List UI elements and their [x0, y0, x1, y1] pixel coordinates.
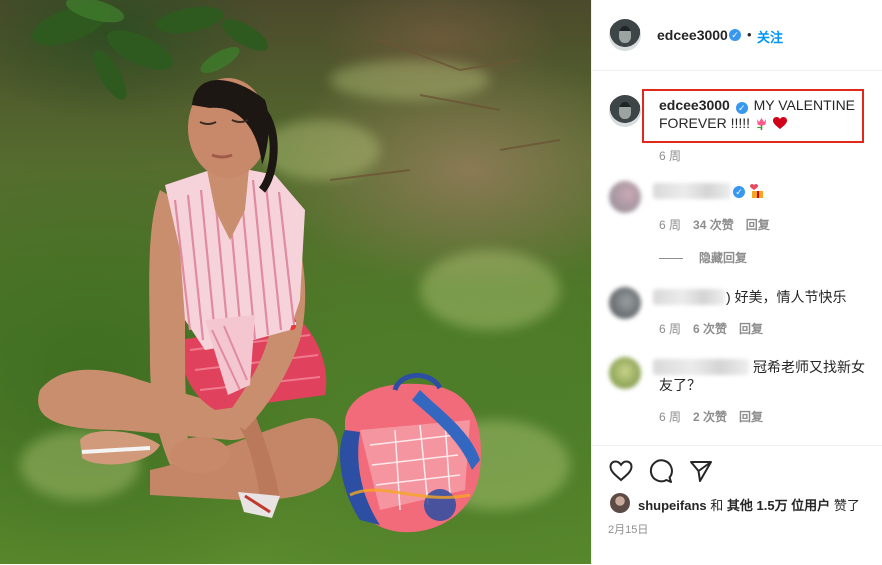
post-actions: shupeifans 和 其他 1.5万 位用户 赞了 2月15日: [592, 445, 882, 565]
likes-and: 和: [710, 498, 724, 513]
verified-badge-icon: ✓: [729, 29, 741, 41]
liker-username[interactable]: shupeifans: [638, 498, 707, 513]
commenter-avatar[interactable]: [609, 181, 641, 213]
comment-likes[interactable]: 6 次赞: [693, 322, 727, 336]
tulip-icon: [756, 118, 766, 130]
caption-text-line2: FOREVER !!!!!: [659, 115, 751, 131]
comment-time[interactable]: 6 周: [659, 322, 681, 336]
caption-avatar[interactable]: [609, 95, 641, 127]
share-icon[interactable]: [688, 458, 714, 484]
photo-scene: [32, 0, 561, 533]
comment-icon[interactable]: [648, 458, 674, 484]
reply-button[interactable]: 回复: [739, 322, 763, 336]
comment-time[interactable]: 6 周: [659, 218, 681, 232]
follow-button[interactable]: 关注: [757, 27, 783, 46]
red-heart-icon: [772, 117, 787, 129]
reply-button[interactable]: 回复: [739, 410, 763, 424]
commenter-username-blurred[interactable]: [653, 289, 725, 305]
hide-replies-button[interactable]: 隐藏回复: [659, 249, 747, 266]
caption-username[interactable]: edcee3000: [659, 97, 730, 113]
comment-time[interactable]: 6 周: [659, 410, 681, 424]
commenter-avatar[interactable]: [609, 287, 641, 319]
likes-suffix: 赞了: [833, 498, 860, 513]
commenter-username-blurred[interactable]: [653, 359, 749, 375]
verified-badge-icon: ✓: [733, 186, 745, 198]
comment-text: ) 好美，情人节快乐: [726, 288, 847, 306]
separator-dot: •: [747, 27, 752, 42]
post-sidebar: edcee3000 ✓ • 关注 edcee3000 ✓ MY VALENTIN…: [591, 0, 882, 564]
caption-text-line1: MY VALENTINE: [753, 97, 856, 113]
gift-hearts-icon: [750, 184, 763, 198]
comment-meta: 6 周 34 次赞 回复: [659, 216, 782, 233]
comment-text-line2: 友了？: [659, 377, 701, 393]
comment-likes[interactable]: 2 次赞: [693, 410, 727, 424]
commenter-username-blurred[interactable]: [653, 183, 731, 199]
comment-likes[interactable]: 34 次赞: [693, 218, 734, 232]
hide-replies-label: 隐藏回复: [699, 251, 748, 265]
author-username[interactable]: edcee3000: [657, 27, 728, 43]
caption: edcee3000 ✓ MY VALENTINE FOREVER !!!!!: [659, 96, 869, 132]
commenter-avatar[interactable]: [609, 357, 641, 389]
reply-button[interactable]: 回复: [746, 218, 770, 232]
post-photo[interactable]: [0, 0, 591, 564]
comment-body: 好美，情人节快乐: [734, 289, 847, 305]
author-avatar[interactable]: [609, 19, 641, 51]
comment-meta: 6 周 2 次赞 回复: [659, 408, 775, 425]
caption-time[interactable]: 6 周: [659, 147, 681, 164]
post-header: edcee3000 ✓ • 关注: [592, 0, 882, 71]
like-heart-icon[interactable]: [608, 458, 634, 484]
likes-others[interactable]: 其他 1.5万 位用户: [727, 498, 830, 513]
post-date[interactable]: 2月15日: [608, 521, 648, 537]
comment-meta: 6 周 6 次赞 回复: [659, 320, 775, 337]
likes-summary: shupeifans 和 其他 1.5万 位用户 赞了: [638, 495, 860, 514]
comment-partial-char: ): [726, 289, 731, 305]
comment-text: 冠希老师又找新女: [753, 359, 865, 375]
verified-badge-icon: ✓: [735, 102, 748, 114]
liker-avatar[interactable]: [610, 493, 630, 513]
